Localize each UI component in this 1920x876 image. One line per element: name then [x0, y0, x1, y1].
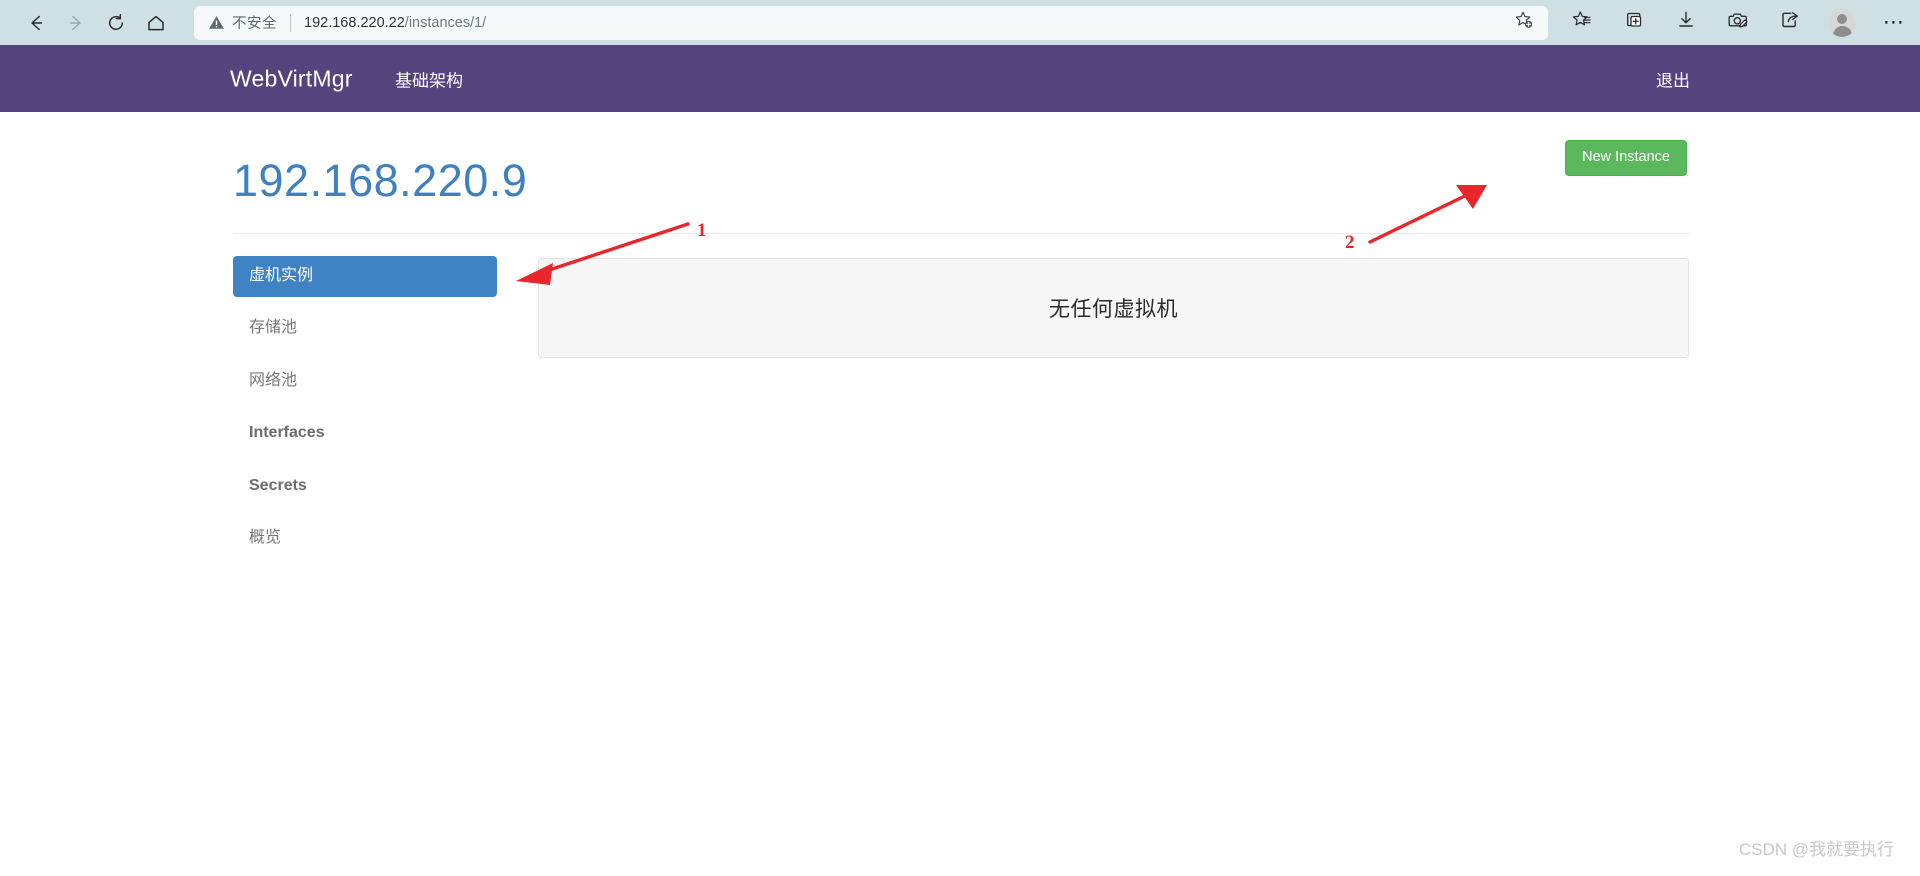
- home-icon: [145, 12, 167, 34]
- reload-button[interactable]: [96, 3, 136, 43]
- sidebar-item-secrets[interactable]: Secrets: [233, 466, 497, 507]
- sidebar-nav: 虚机实例 存储池 网络池 Interfaces Secrets 概览: [233, 256, 497, 570]
- sidebar-item-overview[interactable]: 概览: [233, 518, 497, 559]
- download-arrow-icon: [1675, 9, 1697, 36]
- downloads-button[interactable]: [1666, 3, 1706, 43]
- page-container: 192.168.220.9 New Instance 虚机实例 存储池 网络池 …: [230, 112, 1690, 546]
- omnibox-actions: [1508, 8, 1540, 38]
- watermark: CSDN @我就要执行: [1738, 840, 1894, 859]
- back-arrow-icon: [25, 12, 47, 34]
- profile-button[interactable]: [1822, 3, 1862, 43]
- page-title: 192.168.220.9: [233, 155, 528, 206]
- browser-toolbar: 不安全 192.168.220.22/instances/1/ ⋯: [0, 0, 1920, 45]
- nav-item-infrastructure[interactable]: 基础架构: [395, 66, 463, 91]
- settings-and-more-button[interactable]: ⋯: [1874, 3, 1914, 43]
- favorites-button[interactable]: [1562, 3, 1602, 43]
- forward-arrow-icon: [65, 12, 87, 34]
- camera-pencil-icon: [1727, 9, 1749, 36]
- address-bar[interactable]: 不安全 192.168.220.22/instances/1/: [194, 5, 1548, 40]
- new-instance-button[interactable]: New Instance: [1565, 140, 1687, 176]
- home-button[interactable]: [136, 3, 176, 43]
- app-navbar: WebVirtMgr 基础架构 退出: [0, 45, 1920, 112]
- url-text: 192.168.220.22/instances/1/: [304, 15, 486, 31]
- instances-empty-panel: 无任何虚拟机: [538, 258, 1689, 358]
- back-button[interactable]: [16, 3, 56, 43]
- security-status-label: 不安全: [232, 16, 277, 32]
- sidebar-item-instances[interactable]: 虚机实例: [233, 256, 497, 298]
- profile-avatar-icon: [1828, 8, 1856, 37]
- sidebar-item-networks[interactable]: 网络池: [233, 361, 497, 402]
- web-capture-button[interactable]: [1718, 3, 1758, 43]
- title-divider: [233, 233, 1689, 234]
- more-dots-icon: ⋯: [1882, 11, 1906, 34]
- nav-item-logout[interactable]: 退出: [1656, 66, 1690, 91]
- share-icon: [1779, 9, 1801, 36]
- not-secure-warning-icon: [208, 14, 225, 31]
- collections-button[interactable]: [1614, 3, 1654, 43]
- empty-state-message: 无任何虚拟机: [1049, 298, 1178, 321]
- collections-plus-icon: [1623, 9, 1645, 36]
- forward-button[interactable]: [56, 3, 96, 43]
- add-favorite-button[interactable]: [1508, 8, 1540, 38]
- page-body: 192.168.220.9 New Instance 虚机实例 存储池 网络池 …: [0, 112, 1920, 876]
- share-button[interactable]: [1770, 3, 1810, 43]
- url-path: /instances/1/: [404, 14, 487, 31]
- omnibox-divider: [290, 13, 291, 32]
- reload-icon: [105, 12, 127, 34]
- sidebar-item-storages[interactable]: 存储池: [233, 308, 497, 349]
- star-list-icon: [1571, 9, 1593, 36]
- brand-logo[interactable]: WebVirtMgr: [230, 65, 353, 92]
- star-plus-icon: [1514, 10, 1534, 35]
- sidebar-item-interfaces[interactable]: Interfaces: [233, 413, 497, 454]
- url-host: 192.168.220.22: [304, 14, 405, 31]
- navbar-inner: WebVirtMgr 基础架构 退出: [230, 45, 1690, 112]
